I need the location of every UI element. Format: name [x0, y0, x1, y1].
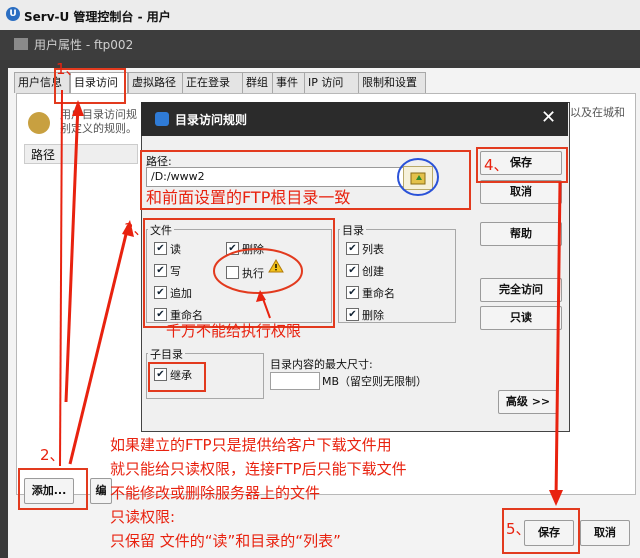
- arrow-to-tab: [64, 103, 80, 403]
- annotation-step4: 4、: [484, 156, 509, 174]
- annotation-bottom-line4: 只读权限:: [110, 508, 176, 526]
- annotation-ellipse-browse: [397, 158, 439, 196]
- annotation-bottom-line3: 不能修改或删除服务器上的文件: [110, 484, 321, 502]
- annotation-step3: 3、: [124, 220, 149, 238]
- annotation-bottom-line2: 就只能给只读权限，连接FTP后只能下载文件: [110, 460, 407, 478]
- annotation-bottom-line5: 只保留 文件的“读”和目录的“列表”: [110, 532, 341, 550]
- annotation-ellipse-execute: [213, 248, 303, 294]
- annotation-bottom-line1: 如果建立的FTP只是提供给客户下载文件用: [110, 436, 392, 454]
- arrow-to-file: [68, 225, 130, 465]
- annotation-step2: 2、: [40, 446, 65, 464]
- annotation-path-note: 和前面设置的FTP根目录一致: [146, 188, 351, 207]
- annotation-step1: 1、: [56, 60, 81, 78]
- arrow-to-main-save: [554, 181, 562, 501]
- annotation-exec-note: 千万不能给执行权限: [166, 322, 302, 340]
- arrow-add-up: [59, 89, 63, 467]
- annotation-step5: 5、: [506, 520, 531, 538]
